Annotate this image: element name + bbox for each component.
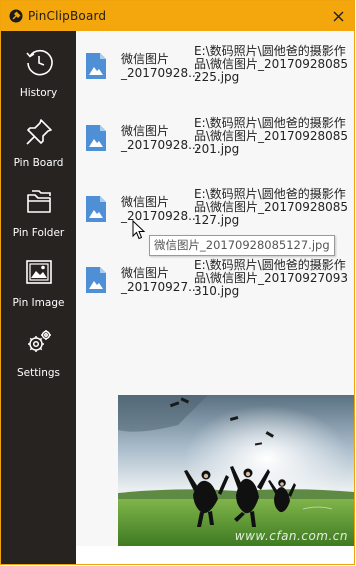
image-file-icon [86,125,106,151]
file-path: E:\数码照片\圆他爸的摄影作品\微信图片_20170928085127.jpg [194,187,349,227]
file-name: 微信图片 _20170928... [121,52,200,80]
list-item[interactable]: 微信图片 _20170928... E:\数码照片\圆他爸的摄影作品\微信图片_… [76,174,354,244]
image-preview: www.cfan.com.cn [118,395,354,546]
file-path: E:\数码照片\圆他爸的摄影作品\微信图片_20170928085225.jpg [194,44,349,84]
file-path: E:\数码照片\圆他爸的摄影作品\微信图片_20170927093310.jpg [194,258,349,298]
sidebar-item-pin-board[interactable]: Pin Board [1,109,76,175]
pushpin-icon [22,115,56,149]
file-name: 微信图片 _20170927... [121,266,200,294]
close-button[interactable] [330,8,346,24]
image-file-icon [86,196,106,222]
sidebar-item-history[interactable]: History [1,39,76,105]
image-file-icon [86,267,106,293]
folder-icon [22,185,56,219]
sidebar-item-settings[interactable]: Settings [1,319,76,385]
pin-logo-icon [8,8,24,24]
sidebar-item-label: Pin Board [13,157,64,169]
picture-icon [22,255,56,289]
clock-icon [22,45,56,79]
sidebar-item-pin-image[interactable]: Pin Image [1,249,76,315]
watermark-text: www.cfan.com.cn [234,529,348,543]
gears-icon [22,325,56,359]
file-name: 微信图片 _20170928... [121,195,200,223]
list-item[interactable]: 微信图片 _20170928... E:\数码照片\圆他爸的摄影作品\微信图片_… [76,103,354,173]
sidebar-item-pin-folder[interactable]: Pin Folder [1,179,76,245]
image-file-icon [86,53,106,79]
sidebar-item-label: History [19,87,58,99]
sidebar: History Pin Board Pin Folder Pin Image S… [1,31,76,564]
sidebar-item-label: Pin Image [12,297,65,309]
close-icon [333,11,343,21]
sidebar-item-label: Pin Folder [12,227,65,239]
list-footer [76,546,354,564]
mouse-cursor-icon [132,220,146,240]
file-name: 微信图片 _20170928... [121,124,200,152]
sidebar-item-label: Settings [16,367,61,379]
window-title: PinClipBoard [28,9,107,23]
graduation-photo [118,395,354,546]
title-bar[interactable]: PinClipBoard [1,1,354,31]
file-name-tooltip: 微信图片_20170928085127.jpg [149,235,335,256]
file-path: E:\数码照片\圆他爸的摄影作品\微信图片_20170928085201.jpg [194,116,349,156]
list-item[interactable]: 微信图片 _20170928... E:\数码照片\圆他爸的摄影作品\微信图片_… [76,31,354,101]
app-window: PinClipBoard History Pin Board Pin Folde… [0,0,355,565]
